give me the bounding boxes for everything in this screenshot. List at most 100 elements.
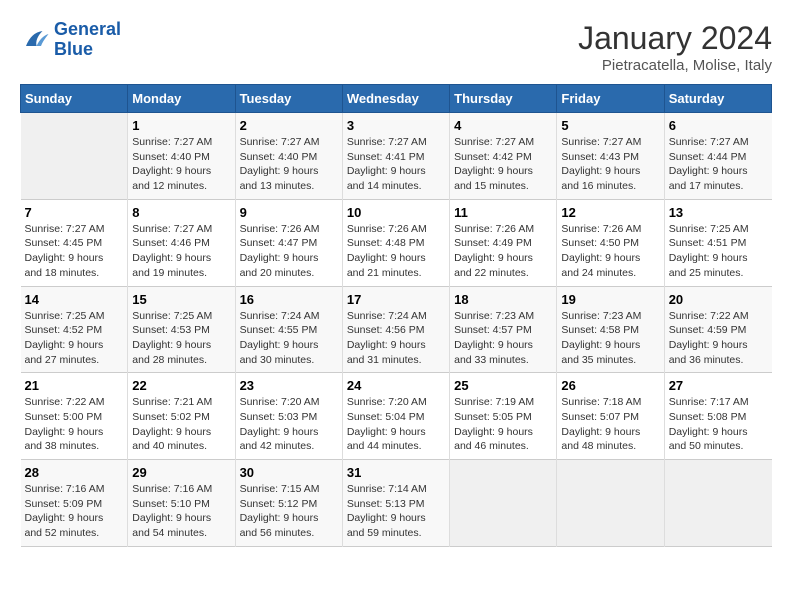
day-info: Sunrise: 7:25 AMSunset: 4:51 PMDaylight:… <box>669 222 768 281</box>
day-info: Sunrise: 7:26 AMSunset: 4:49 PMDaylight:… <box>454 222 552 281</box>
day-number: 13 <box>669 205 768 220</box>
day-info: Sunrise: 7:27 AMSunset: 4:44 PMDaylight:… <box>669 135 768 194</box>
col-header-saturday: Saturday <box>664 85 771 113</box>
calendar-cell: 19 Sunrise: 7:23 AMSunset: 4:58 PMDayligh… <box>557 286 664 373</box>
day-info: Sunrise: 7:20 AMSunset: 5:04 PMDaylight:… <box>347 395 445 454</box>
calendar-cell: 23 Sunrise: 7:20 AMSunset: 5:03 PMDayligh… <box>235 373 342 460</box>
day-number: 12 <box>561 205 659 220</box>
calendar-cell: 20Sunrise: 7:22 AMSunset: 4:59 PMDayligh… <box>664 286 771 373</box>
day-number: 4 <box>454 118 552 133</box>
day-number: 28 <box>25 465 124 480</box>
day-info: Sunrise: 7:25 AMSunset: 4:52 PMDaylight:… <box>25 309 124 368</box>
day-number: 1 <box>132 118 230 133</box>
page-header: General Blue January 2024 Pietracatella,… <box>20 20 772 74</box>
subtitle: Pietracatella, Molise, Italy <box>578 57 772 74</box>
calendar-cell: 18 Sunrise: 7:23 AMSunset: 4:57 PMDayligh… <box>450 286 557 373</box>
col-header-friday: Friday <box>557 85 664 113</box>
calendar-table: SundayMondayTuesdayWednesdayThursdayFrid… <box>20 84 772 547</box>
day-number: 7 <box>25 205 124 220</box>
day-number: 19 <box>561 292 659 307</box>
calendar-cell: 29 Sunrise: 7:16 AMSunset: 5:10 PMDayligh… <box>128 460 235 547</box>
calendar-cell: 26 Sunrise: 7:18 AMSunset: 5:07 PMDayligh… <box>557 373 664 460</box>
day-info: Sunrise: 7:27 AMSunset: 4:42 PMDaylight:… <box>454 135 552 194</box>
calendar-cell: 2Sunrise: 7:27 AMSunset: 4:40 PMDaylight… <box>235 113 342 200</box>
day-info: Sunrise: 7:27 AMSunset: 4:46 PMDaylight:… <box>132 222 230 281</box>
day-info: Sunrise: 7:26 AMSunset: 4:47 PMDaylight:… <box>240 222 338 281</box>
day-info: Sunrise: 7:23 AMSunset: 4:57 PMDaylight:… <box>454 309 552 368</box>
day-info: Sunrise: 7:26 AMSunset: 4:50 PMDaylight:… <box>561 222 659 281</box>
main-title: January 2024 <box>578 20 772 57</box>
day-number: 6 <box>669 118 768 133</box>
day-number: 17 <box>347 292 445 307</box>
col-header-wednesday: Wednesday <box>342 85 449 113</box>
calendar-cell: 27 Sunrise: 7:17 AMSunset: 5:08 PMDayligh… <box>664 373 771 460</box>
calendar-row-2: 14Sunrise: 7:25 AMSunset: 4:52 PMDayligh… <box>21 286 772 373</box>
calendar-cell <box>557 460 664 547</box>
calendar-cell: 6 Sunrise: 7:27 AMSunset: 4:44 PMDaylight… <box>664 113 771 200</box>
col-header-tuesday: Tuesday <box>235 85 342 113</box>
calendar-cell: 16 Sunrise: 7:24 AMSunset: 4:55 PMDayligh… <box>235 286 342 373</box>
day-number: 9 <box>240 205 338 220</box>
calendar-cell: 11 Sunrise: 7:26 AMSunset: 4:49 PMDayligh… <box>450 199 557 286</box>
calendar-cell: 9 Sunrise: 7:26 AMSunset: 4:47 PMDaylight… <box>235 199 342 286</box>
calendar-cell: 30Sunrise: 7:15 AMSunset: 5:12 PMDayligh… <box>235 460 342 547</box>
calendar-cell: 28 Sunrise: 7:16 AMSunset: 5:09 PMDayligh… <box>21 460 128 547</box>
calendar-cell: 14Sunrise: 7:25 AMSunset: 4:52 PMDayligh… <box>21 286 128 373</box>
day-number: 20 <box>669 292 768 307</box>
day-number: 27 <box>669 378 768 393</box>
calendar-cell: 15 Sunrise: 7:25 AMSunset: 4:53 PMDayligh… <box>128 286 235 373</box>
day-info: Sunrise: 7:22 AMSunset: 5:00 PMDaylight:… <box>25 395 124 454</box>
col-header-sunday: Sunday <box>21 85 128 113</box>
title-block: January 2024 Pietracatella, Molise, Ital… <box>578 20 772 74</box>
day-info: Sunrise: 7:16 AMSunset: 5:10 PMDaylight:… <box>132 482 230 541</box>
calendar-cell: 8 Sunrise: 7:27 AMSunset: 4:46 PMDaylight… <box>128 199 235 286</box>
calendar-row-1: 7Sunrise: 7:27 AMSunset: 4:45 PMDaylight… <box>21 199 772 286</box>
day-number: 31 <box>347 465 445 480</box>
day-number: 18 <box>454 292 552 307</box>
day-number: 11 <box>454 205 552 220</box>
calendar-row-0: 1Sunrise: 7:27 AMSunset: 4:40 PMDaylight… <box>21 113 772 200</box>
day-info: Sunrise: 7:21 AMSunset: 5:02 PMDaylight:… <box>132 395 230 454</box>
day-number: 24 <box>347 378 445 393</box>
day-info: Sunrise: 7:26 AMSunset: 4:48 PMDaylight:… <box>347 222 445 281</box>
day-info: Sunrise: 7:25 AMSunset: 4:53 PMDaylight:… <box>132 309 230 368</box>
day-number: 21 <box>25 378 124 393</box>
calendar-cell: 5 Sunrise: 7:27 AMSunset: 4:43 PMDaylight… <box>557 113 664 200</box>
day-info: Sunrise: 7:23 AMSunset: 4:58 PMDaylight:… <box>561 309 659 368</box>
calendar-row-4: 28 Sunrise: 7:16 AMSunset: 5:09 PMDayligh… <box>21 460 772 547</box>
calendar-cell: 31 Sunrise: 7:14 AMSunset: 5:13 PMDayligh… <box>342 460 449 547</box>
day-info: Sunrise: 7:17 AMSunset: 5:08 PMDaylight:… <box>669 395 768 454</box>
day-info: Sunrise: 7:18 AMSunset: 5:07 PMDaylight:… <box>561 395 659 454</box>
logo-bird-icon <box>20 25 50 55</box>
day-number: 26 <box>561 378 659 393</box>
day-number: 16 <box>240 292 338 307</box>
day-number: 8 <box>132 205 230 220</box>
calendar-cell: 13 Sunrise: 7:25 AMSunset: 4:51 PMDayligh… <box>664 199 771 286</box>
calendar-cell: 1Sunrise: 7:27 AMSunset: 4:40 PMDaylight… <box>128 113 235 200</box>
calendar-cell: 12 Sunrise: 7:26 AMSunset: 4:50 PMDayligh… <box>557 199 664 286</box>
day-number: 23 <box>240 378 338 393</box>
col-header-thursday: Thursday <box>450 85 557 113</box>
calendar-cell <box>664 460 771 547</box>
calendar-cell: 10Sunrise: 7:26 AMSunset: 4:48 PMDayligh… <box>342 199 449 286</box>
day-info: Sunrise: 7:27 AMSunset: 4:43 PMDaylight:… <box>561 135 659 194</box>
calendar-cell: 21 Sunrise: 7:22 AMSunset: 5:00 PMDayligh… <box>21 373 128 460</box>
logo: General Blue <box>20 20 121 60</box>
col-header-monday: Monday <box>128 85 235 113</box>
day-number: 29 <box>132 465 230 480</box>
calendar-cell: 17 Sunrise: 7:24 AMSunset: 4:56 PMDayligh… <box>342 286 449 373</box>
day-info: Sunrise: 7:14 AMSunset: 5:13 PMDaylight:… <box>347 482 445 541</box>
day-info: Sunrise: 7:20 AMSunset: 5:03 PMDaylight:… <box>240 395 338 454</box>
day-number: 5 <box>561 118 659 133</box>
calendar-row-3: 21 Sunrise: 7:22 AMSunset: 5:00 PMDayligh… <box>21 373 772 460</box>
day-info: Sunrise: 7:16 AMSunset: 5:09 PMDaylight:… <box>25 482 124 541</box>
calendar-cell: 24 Sunrise: 7:20 AMSunset: 5:04 PMDayligh… <box>342 373 449 460</box>
day-info: Sunrise: 7:24 AMSunset: 4:56 PMDaylight:… <box>347 309 445 368</box>
day-number: 15 <box>132 292 230 307</box>
day-info: Sunrise: 7:24 AMSunset: 4:55 PMDaylight:… <box>240 309 338 368</box>
day-number: 22 <box>132 378 230 393</box>
day-info: Sunrise: 7:27 AMSunset: 4:41 PMDaylight:… <box>347 135 445 194</box>
calendar-cell: 7Sunrise: 7:27 AMSunset: 4:45 PMDaylight… <box>21 199 128 286</box>
calendar-cell: 4 Sunrise: 7:27 AMSunset: 4:42 PMDaylight… <box>450 113 557 200</box>
day-number: 3 <box>347 118 445 133</box>
